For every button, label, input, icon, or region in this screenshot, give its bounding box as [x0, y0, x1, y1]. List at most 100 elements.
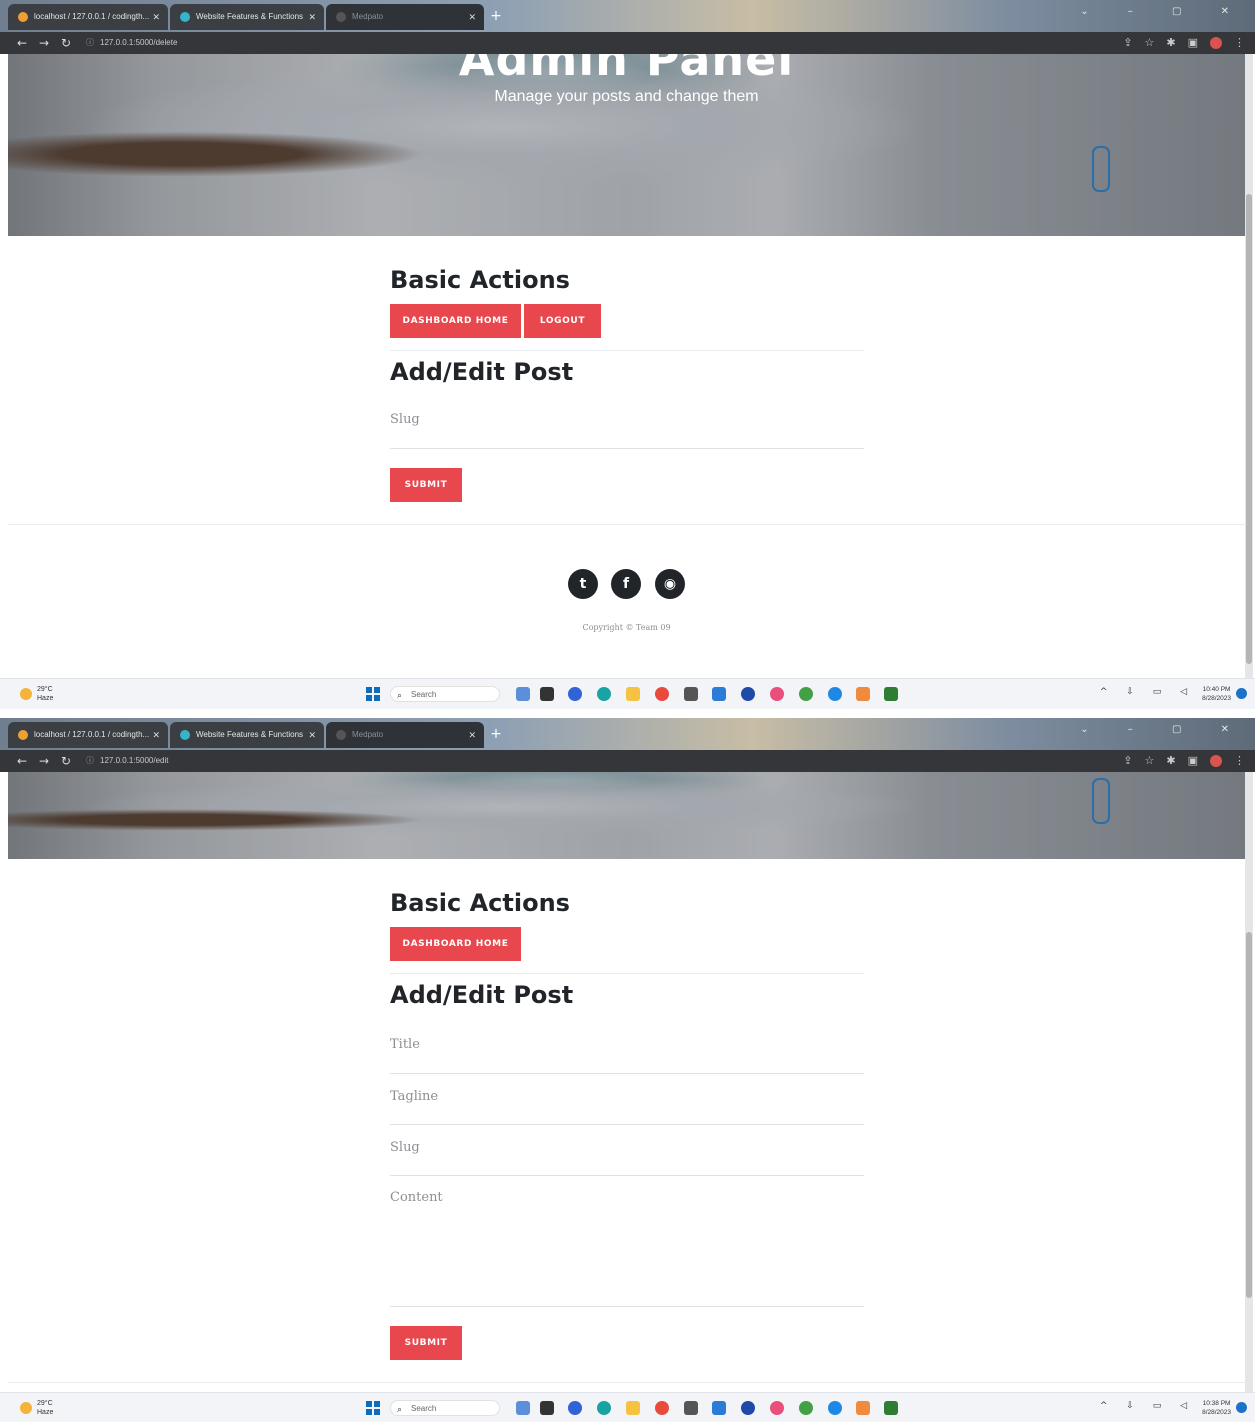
- browser-tab-features[interactable]: Website Features & Functions ✕: [170, 4, 324, 30]
- edge-icon[interactable]: [597, 687, 611, 701]
- scrollbar-thumb[interactable]: [1246, 194, 1252, 664]
- taskbar-clock[interactable]: 10:40 PM 8/28/2023: [1202, 685, 1231, 703]
- vscode-icon[interactable]: [712, 1401, 726, 1415]
- extensions-icon[interactable]: ✱: [1166, 754, 1175, 767]
- slug-input[interactable]: Slug: [390, 1132, 864, 1176]
- app-icon[interactable]: [568, 1401, 582, 1415]
- app-icon[interactable]: [741, 1401, 755, 1415]
- page-scrollbar[interactable]: [1245, 772, 1253, 1396]
- chrome-profile-icon[interactable]: [828, 1401, 842, 1415]
- star-icon[interactable]: ☆: [1145, 36, 1155, 49]
- submit-button[interactable]: SUBMIT: [390, 1326, 462, 1360]
- menu-kebab-icon[interactable]: ⋮: [1234, 754, 1245, 767]
- app-icon[interactable]: [568, 687, 582, 701]
- app-icon[interactable]: [684, 687, 698, 701]
- scrollbar-thumb[interactable]: [1246, 932, 1252, 1298]
- chrome-icon[interactable]: [655, 687, 669, 701]
- app-icon[interactable]: [516, 687, 530, 701]
- hero-banner: [8, 772, 1245, 859]
- pycharm-icon[interactable]: [884, 687, 898, 701]
- notification-icon[interactable]: [1236, 688, 1247, 699]
- file-explorer-icon[interactable]: [626, 1401, 640, 1415]
- app-icon[interactable]: [684, 1401, 698, 1415]
- slug-placeholder: Slug: [390, 1140, 420, 1155]
- windows-taskbar: 29°C Haze ⌕ Search ^ ⇩ ▭ ◁ 10:38 PM 8/28/20…: [0, 1392, 1255, 1422]
- star-icon[interactable]: ☆: [1145, 754, 1155, 767]
- twitter-icon[interactable]: t: [568, 569, 598, 599]
- chrome-profile-icon[interactable]: [770, 1401, 784, 1415]
- profile-avatar-icon[interactable]: [1210, 37, 1222, 49]
- title-input[interactable]: Title: [390, 1029, 864, 1074]
- chrome-profile-icon[interactable]: [799, 687, 813, 701]
- back-arrow-icon[interactable]: ←: [14, 35, 30, 51]
- tab-close-icon[interactable]: ✕: [152, 4, 160, 30]
- tab-close-icon[interactable]: ✕: [308, 722, 316, 748]
- tab-close-icon[interactable]: ✕: [152, 722, 160, 748]
- taskbar-clock[interactable]: 10:38 PM 8/28/2023: [1202, 1399, 1231, 1417]
- weather-widget[interactable]: 29°C Haze: [20, 1399, 53, 1417]
- info-icon: ⓘ: [86, 38, 94, 47]
- url-field[interactable]: ⓘ 127.0.0.1:5000/delete: [86, 36, 177, 50]
- notification-icon[interactable]: [1236, 1402, 1247, 1413]
- back-arrow-icon[interactable]: ←: [14, 753, 30, 769]
- url-field[interactable]: ⓘ 127.0.0.1:5000/edit: [86, 754, 169, 768]
- windows-start-icon[interactable]: [366, 1401, 380, 1415]
- taskbar-search[interactable]: ⌕ Search: [390, 1400, 500, 1416]
- forward-arrow-icon[interactable]: →: [36, 753, 52, 769]
- browser-tab-phpmyadmin[interactable]: localhost / 127.0.0.1 / codingth... ✕: [8, 722, 168, 748]
- new-tab-button[interactable]: +: [488, 4, 504, 28]
- extensions-icon[interactable]: ✱: [1166, 36, 1175, 49]
- new-tab-button[interactable]: +: [488, 722, 504, 746]
- browser-tab-medpato[interactable]: Medpato ✕: [326, 4, 484, 30]
- edge-icon[interactable]: [597, 1401, 611, 1415]
- app-icon[interactable]: [516, 1401, 530, 1415]
- app-icon[interactable]: [540, 1401, 554, 1415]
- system-tray-icons[interactable]: ^ ⇩ ▭ ◁: [1100, 687, 1195, 697]
- dashboard-home-button[interactable]: DASHBOARD HOME: [390, 927, 521, 961]
- page-scrollbar[interactable]: [1245, 54, 1253, 678]
- reload-icon[interactable]: ↻: [58, 35, 74, 51]
- dashboard-home-button[interactable]: DASHBOARD HOME: [390, 304, 521, 338]
- chrome-profile-icon[interactable]: [799, 1401, 813, 1415]
- app-icon[interactable]: [741, 687, 755, 701]
- share-icon[interactable]: ⇪: [1123, 36, 1132, 49]
- content-textarea[interactable]: Content: [390, 1182, 864, 1307]
- app-icon[interactable]: [856, 1401, 870, 1415]
- reload-icon[interactable]: ↻: [58, 753, 74, 769]
- system-tray-icons[interactable]: ^ ⇩ ▭ ◁: [1100, 1401, 1195, 1411]
- menu-kebab-icon[interactable]: ⋮: [1234, 36, 1245, 49]
- chrome-icon[interactable]: [655, 1401, 669, 1415]
- slug-input[interactable]: Slug: [390, 404, 864, 449]
- browser-tab-medpato[interactable]: Medpato ✕: [326, 722, 484, 748]
- tab-close-icon[interactable]: ✕: [468, 4, 476, 30]
- admin-content: Basic Actions DASHBOARD HOME Add/Edit Po…: [390, 859, 864, 1396]
- facebook-icon[interactable]: f: [611, 569, 641, 599]
- browser-tab-features[interactable]: Website Features & Functions ✕: [170, 722, 324, 748]
- tab-close-icon[interactable]: ✕: [308, 4, 316, 30]
- tagline-input[interactable]: Tagline: [390, 1081, 864, 1125]
- submit-button[interactable]: SUBMIT: [390, 468, 462, 502]
- vscode-icon[interactable]: [712, 687, 726, 701]
- window-controls[interactable]: ⌄ – ▢ ✕: [1080, 6, 1247, 17]
- share-icon[interactable]: ⇪: [1123, 754, 1132, 767]
- window-controls[interactable]: ⌄ – ▢ ✕: [1080, 724, 1247, 735]
- browser-tab-phpmyadmin[interactable]: localhost / 127.0.0.1 / codingth... ✕: [8, 4, 168, 30]
- app-icon[interactable]: [540, 687, 554, 701]
- chrome-profile-icon[interactable]: [828, 687, 842, 701]
- tab-close-icon[interactable]: ✕: [468, 722, 476, 748]
- github-icon[interactable]: ◉: [655, 569, 685, 599]
- profile-avatar-icon[interactable]: [1210, 755, 1222, 767]
- windows-taskbar: 29°C Haze ⌕ Search ^ ⇩ ▭ ◁ 10:40 PM 8/28/20…: [0, 678, 1255, 709]
- file-explorer-icon[interactable]: [626, 687, 640, 701]
- logout-button[interactable]: LOGOUT: [524, 304, 601, 338]
- sidepanel-icon[interactable]: ▣: [1188, 754, 1198, 767]
- app-icon[interactable]: [856, 687, 870, 701]
- forward-arrow-icon[interactable]: →: [36, 35, 52, 51]
- taskbar-search[interactable]: ⌕ Search: [390, 686, 500, 702]
- weather-widget[interactable]: 29°C Haze: [20, 685, 53, 703]
- pycharm-icon[interactable]: [884, 1401, 898, 1415]
- chrome-profile-icon[interactable]: [770, 687, 784, 701]
- sidepanel-icon[interactable]: ▣: [1188, 36, 1198, 49]
- windows-start-icon[interactable]: [366, 687, 380, 701]
- slug-placeholder: Slug: [390, 412, 420, 427]
